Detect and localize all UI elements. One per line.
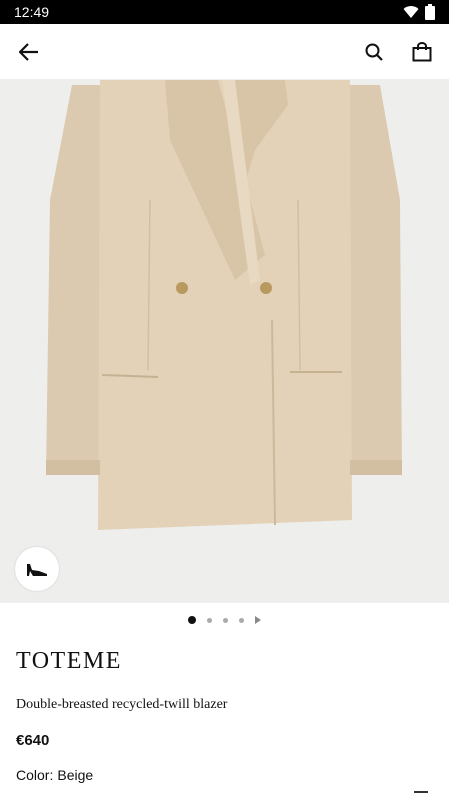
product-price: €640	[16, 732, 50, 749]
pager-dot[interactable]	[223, 617, 228, 623]
color-label: Color:	[16, 767, 54, 783]
status-bar: 12:49	[0, 0, 449, 24]
dropdown-indicator-icon	[414, 791, 428, 793]
color-selector[interactable]: Color: Beige	[16, 767, 97, 783]
status-icons	[403, 4, 435, 20]
shopping-bag-icon	[412, 41, 432, 61]
brand-name[interactable]: TOTEME	[16, 648, 122, 675]
product-image[interactable]	[0, 80, 449, 603]
app-bar	[0, 24, 449, 80]
battery-icon	[425, 4, 435, 20]
pager-dot[interactable]	[239, 617, 244, 623]
pager-video-icon[interactable]	[255, 616, 261, 624]
status-time: 12:49	[14, 4, 50, 20]
high-heel-icon	[27, 564, 47, 576]
wifi-icon	[403, 6, 419, 19]
pager-dot[interactable]	[207, 617, 212, 623]
arrow-left-icon	[19, 42, 38, 61]
shop-the-look-button[interactable]	[15, 547, 59, 591]
blazer-image	[0, 80, 449, 603]
product-name: Double-breasted recycled-twill blazer	[16, 697, 228, 712]
color-value: Beige	[57, 767, 94, 783]
shopping-bag-button[interactable]	[409, 39, 435, 65]
back-button[interactable]	[16, 39, 42, 65]
image-pager[interactable]	[0, 612, 449, 628]
pager-dot-active[interactable]	[188, 616, 196, 624]
search-button[interactable]	[361, 39, 387, 65]
search-icon	[365, 43, 383, 61]
